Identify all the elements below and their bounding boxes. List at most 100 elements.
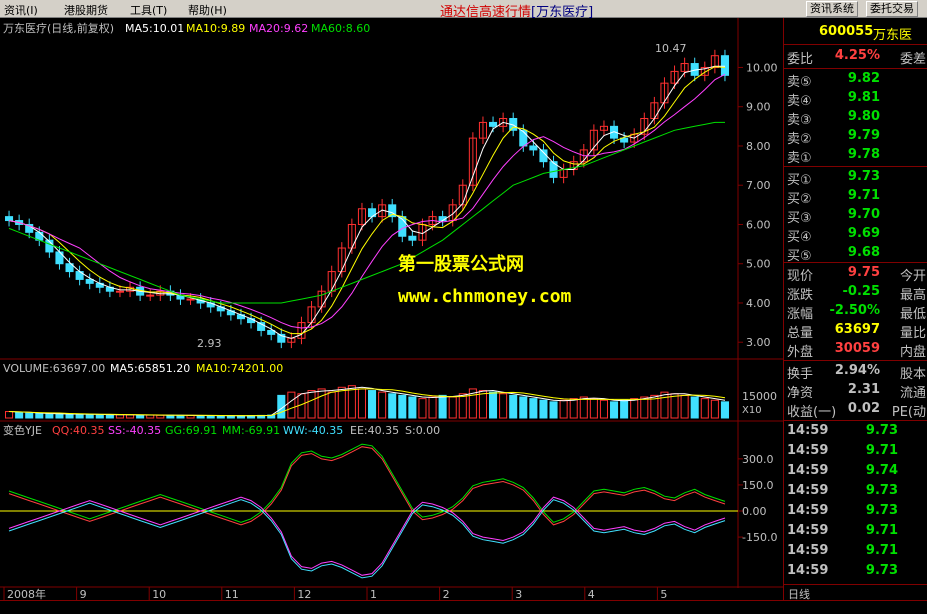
ma20-label: MA20:9.62: [249, 22, 308, 35]
buy-row-value: 9.69: [847, 226, 880, 241]
tick-row: 14:59 9.71: [784, 443, 927, 462]
stat-row-value: 30059: [834, 341, 880, 356]
buy-row-value: 9.71: [847, 188, 880, 203]
tick-time: 14:59: [787, 543, 829, 558]
watermark-url: www.chnmoney.com: [398, 286, 572, 307]
low-annotation: 2.93: [197, 337, 222, 350]
stat-row-label2: 量比: [899, 326, 926, 341]
stat2-row-label2: 股本: [899, 367, 926, 382]
volume-bar: [136, 414, 145, 419]
tick-time: 14:59: [787, 563, 829, 578]
price-tick-label: 7.00: [746, 179, 771, 192]
stat-row-label2: 最高: [899, 288, 926, 303]
menu-help[interactable]: 帮助(H): [188, 2, 227, 18]
candle-body: [186, 298, 195, 301]
sell-row-label: 卖①: [787, 151, 812, 166]
ma60-label: MA60:8.60: [311, 22, 370, 35]
separator: [784, 44, 927, 45]
weibi-row: 委比 4.25% 委差: [784, 48, 927, 67]
volume-bar: [549, 401, 558, 419]
stat2-row-label2: PE(动: [891, 405, 926, 420]
volume-bar: [75, 413, 84, 419]
separator: [784, 68, 927, 69]
tick-time: 14:59: [787, 463, 829, 478]
weibi-value: 4.25%: [834, 48, 880, 63]
tick-time: 14:59: [787, 523, 829, 538]
stat-row: 涨幅 -2.50% 最低: [784, 303, 927, 322]
quote-panel: 600055 万东医 委比 4.25% 委差 卖⑤ 9.82 卖④ 9.81 卖③ 9.8…: [783, 18, 927, 601]
tick-row: 14:59 9.71: [784, 523, 927, 542]
candle-body: [408, 235, 417, 241]
volume-bar: [408, 396, 417, 419]
menu-info[interactable]: 资讯(I): [4, 2, 38, 18]
price-tick-label: 9.00: [746, 101, 771, 114]
sell-row-label: 卖④: [787, 94, 812, 109]
volume-bar: [105, 414, 114, 419]
volume-bar: [35, 412, 44, 419]
volume-bar: [720, 401, 729, 419]
tick-row: 14:59 9.73: [784, 483, 927, 502]
price-tick-label: 5.00: [746, 258, 771, 271]
indicator-s: S:0.00: [405, 424, 440, 437]
stock-name: 万东医: [873, 28, 913, 43]
tick-price: 9.73: [865, 423, 898, 438]
indicator-tick-label: 150.0: [742, 479, 774, 492]
tick-time: 14:59: [787, 483, 829, 498]
date-tick-label: 2: [443, 588, 450, 600]
stat-row-label2: 最低: [899, 307, 926, 322]
volume-bar: [489, 391, 498, 419]
buy-row-label: 买②: [787, 192, 812, 207]
buy-row-value: 9.68: [847, 245, 880, 260]
weicha-label: 委差: [899, 52, 926, 67]
volume-bar: [529, 398, 538, 419]
tick-price: 9.73: [865, 503, 898, 518]
menu-tools[interactable]: 工具(T): [130, 2, 167, 18]
separator: [784, 166, 927, 167]
chart-area[interactable]: 万东医疗(日线,前复权) MA5:10.01 MA10:9.89 MA20:9.…: [0, 18, 783, 600]
indicator-ss: SS:-40.35: [108, 424, 161, 437]
volume-bar: [45, 413, 54, 419]
sell-row-value: 9.82: [847, 71, 880, 86]
price-tick-label: 6.00: [746, 218, 771, 231]
sell-row-label: 卖②: [787, 132, 812, 147]
sell-row-value: 9.81: [847, 90, 880, 105]
date-tick-label: 12: [297, 588, 311, 600]
stat2-row-label: 换手: [787, 367, 814, 382]
watermark-title: 第一股票公式网: [398, 254, 524, 275]
ma10-label: MA10:9.89: [186, 22, 245, 35]
volume-tick: 15000: [742, 390, 777, 403]
info-system-button[interactable]: 资讯系统: [806, 1, 858, 17]
trade-button[interactable]: 委托交易: [866, 1, 918, 17]
volume-label: VOLUME:63697.00: [3, 362, 105, 375]
tick-row: 14:59 9.73: [784, 503, 927, 522]
menu-hk-futures[interactable]: 港股期货: [64, 2, 108, 18]
bottom-tab-bar: 日线: [784, 584, 927, 601]
tick-row: 14:59 9.73: [784, 423, 927, 442]
volume-bar: [85, 413, 94, 419]
volume-bar: [620, 399, 629, 419]
sell-row-value: 9.78: [847, 147, 880, 162]
sell-row: 卖⑤ 9.82: [784, 71, 927, 90]
stat2-row-value: 2.31: [847, 382, 880, 397]
date-tick-label: 10: [152, 588, 166, 600]
sell-row: 卖① 9.78: [784, 147, 927, 166]
indicator-gg: GG:69.91: [165, 424, 217, 437]
indicator-ww: WW:-40.35: [283, 424, 343, 437]
buy-row-label: 买③: [787, 211, 812, 226]
candle-body: [85, 278, 94, 284]
volume-bar: [388, 393, 397, 419]
volume-bar: [539, 399, 548, 419]
weibi-label: 委比: [787, 52, 814, 67]
tick-price: 9.71: [865, 543, 898, 558]
stat2-row: 净资 2.31 流通: [784, 382, 927, 401]
chart-title: 万东医疗(日线,前复权): [3, 21, 114, 35]
candle-body: [529, 145, 538, 151]
separator: [784, 420, 927, 421]
volume-bar: [398, 394, 407, 419]
volume-bar: [368, 390, 377, 419]
volume-bar: [65, 413, 74, 419]
indicator-tick-label: 300.0: [742, 453, 774, 466]
stat-row-label: 涨跌: [787, 288, 814, 303]
tick-time: 14:59: [787, 423, 829, 438]
buy-row-label: 买④: [787, 230, 812, 245]
